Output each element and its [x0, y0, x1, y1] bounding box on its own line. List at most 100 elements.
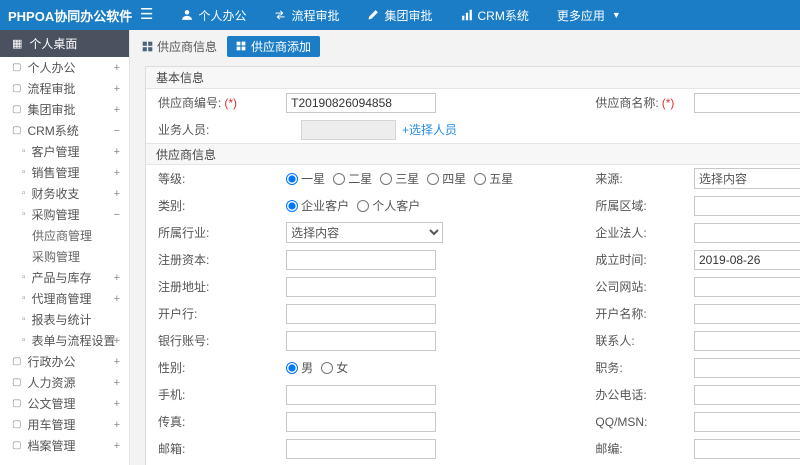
registered-address-input[interactable] [286, 276, 437, 297]
expand-toggle[interactable]: − [114, 125, 120, 137]
gender-label: 性别: [158, 361, 186, 375]
mobile-input[interactable] [286, 384, 437, 405]
folder-icon: ▫ [22, 293, 26, 304]
supplier-no-input[interactable] [286, 92, 437, 113]
main-content: 供应商信息 供应商添加 基本信息 供应商编号:(*) 供应商名称:(*) 业务人… [130, 30, 800, 465]
website-input[interactable] [694, 276, 800, 297]
business-person-label: 业务人员: [158, 123, 210, 137]
sidebar-item-agent-mgmt[interactable]: ▫ 代理商管理 + [0, 288, 129, 309]
registered-capital-input[interactable] [286, 249, 437, 270]
industry-select[interactable]: 选择内容 [286, 222, 444, 243]
nav-personal-office[interactable]: 个人办公 [167, 0, 260, 30]
expand-toggle[interactable]: + [114, 440, 120, 452]
qq-msn-input[interactable] [694, 411, 800, 432]
sidebar-item-human-resources[interactable]: ▢ 人力资源 + [0, 372, 129, 393]
qq-msn-label: QQ/MSN: [595, 414, 648, 429]
sidebar-item-sales-mgmt[interactable]: ▫ 销售管理 + [0, 162, 129, 183]
menu-toggle-icon[interactable]: ☰ [140, 0, 153, 30]
level-radio-3star[interactable]: 三星 [380, 170, 419, 187]
expand-toggle[interactable]: + [114, 104, 120, 116]
email-input[interactable] [286, 438, 437, 459]
job-title-input[interactable] [694, 357, 800, 378]
tab-supplier-info[interactable]: 供应商信息 [138, 35, 221, 58]
region-label: 所属区域: [595, 199, 647, 213]
nav-crm-system[interactable]: CRM系统 [447, 0, 543, 30]
founded-date-input[interactable] [694, 249, 800, 270]
bank-account-label: 银行账号: [158, 334, 210, 348]
bank-input[interactable] [286, 303, 437, 324]
nav-process-approval[interactable]: 流程审批 [260, 0, 353, 30]
registered-address-label: 注册地址: [158, 280, 210, 294]
industry-label: 所属行业: [158, 226, 210, 240]
legal-person-input[interactable] [694, 222, 800, 243]
tab-bar: 供应商信息 供应商添加 [130, 30, 800, 62]
level-radio-1star[interactable]: 一星 [286, 170, 325, 187]
expand-toggle[interactable]: + [114, 335, 120, 347]
category-radio-personal[interactable]: 个人客户 [357, 197, 420, 214]
sidebar-item-customer-mgmt[interactable]: ▫ 客户管理 + [0, 141, 129, 162]
level-radio-group: 一星 二星 三星 四星 五星 [286, 170, 595, 187]
zip-input[interactable] [694, 438, 800, 459]
nav-group-approval[interactable]: 集团审批 [353, 0, 446, 30]
supplier-add-form: 基本信息 供应商编号:(*) 供应商名称:(*) 业务人员: +选择人员 [145, 66, 800, 465]
sidebar-item-group-approval[interactable]: ▢ 集团审批 + [0, 99, 129, 120]
founded-date-label: 成立时间: [595, 253, 647, 267]
region-input[interactable] [694, 195, 800, 216]
person-icon [181, 9, 193, 21]
level-radio-2star[interactable]: 二星 [333, 170, 372, 187]
form-row: 邮箱: 邮编: [146, 435, 800, 462]
expand-toggle[interactable]: + [114, 83, 120, 95]
sidebar-item-archive-mgmt[interactable]: ▢ 档案管理 + [0, 435, 129, 456]
sidebar-item-form-flow-settings[interactable]: ▫ 表单与流程设置 + [0, 330, 129, 351]
sidebar-item-process-approval[interactable]: ▢ 流程审批 + [0, 78, 129, 99]
sidebar-item-personal-office[interactable]: ▢ 个人办公 + [0, 57, 129, 78]
required-mark: (*) [224, 96, 238, 110]
expand-toggle[interactable]: + [114, 356, 120, 368]
expand-toggle[interactable]: + [114, 62, 120, 74]
expand-toggle[interactable]: + [114, 188, 120, 200]
email-label: 邮箱: [158, 442, 186, 456]
bank-label: 开户行: [158, 307, 198, 321]
gender-radio-female[interactable]: 女 [321, 359, 348, 376]
legal-person-label: 企业法人: [595, 226, 647, 240]
sidebar-item-product-inventory[interactable]: ▫ 产品与库存 + [0, 267, 129, 288]
office-phone-input[interactable] [694, 384, 800, 405]
supplier-name-input[interactable] [694, 92, 800, 113]
choose-person-link[interactable]: +选择人员 [402, 121, 457, 138]
expand-toggle[interactable]: + [114, 398, 120, 410]
bank-account-input[interactable] [286, 330, 437, 351]
archive-icon: ▢ [12, 440, 22, 451]
expand-toggle[interactable]: + [114, 272, 120, 284]
sidebar-item-purchase-mgmt[interactable]: ▫ 采购管理 − [0, 204, 129, 225]
category-radio-enterprise[interactable]: 企业客户 [286, 197, 349, 214]
fax-input[interactable] [286, 411, 437, 432]
expand-toggle[interactable]: − [114, 209, 120, 221]
sidebar-item-purchase-mgmt-sub[interactable]: 采购管理 [0, 246, 129, 267]
level-radio-5star[interactable]: 五星 [474, 170, 513, 187]
sidebar-item-personal-desktop[interactable]: ▦ 个人桌面 [0, 30, 129, 57]
sidebar-item-supplier-mgmt[interactable]: 供应商管理 [0, 225, 129, 246]
sidebar-item-reports-statistics[interactable]: ▫ 报表与统计 [0, 309, 129, 330]
sidebar-item-vehicle-mgmt[interactable]: ▢ 用车管理 + [0, 414, 129, 435]
business-person-input[interactable] [301, 119, 396, 140]
add-grid-icon [236, 41, 246, 51]
sidebar-item-crm-system[interactable]: ▢ CRM系统 − [0, 120, 129, 141]
expand-toggle[interactable]: + [114, 377, 120, 389]
source-select[interactable]: 选择内容 [694, 168, 800, 189]
contact-input[interactable] [694, 330, 800, 351]
sidebar-item-admin-office[interactable]: ▢ 行政办公 + [0, 351, 129, 372]
expand-toggle[interactable]: + [114, 293, 120, 305]
expand-toggle[interactable]: + [114, 146, 120, 158]
gender-radio-male[interactable]: 男 [286, 359, 313, 376]
tab-supplier-add[interactable]: 供应商添加 [227, 35, 321, 57]
expand-toggle[interactable]: + [114, 167, 120, 179]
flow-arrows-icon: ▢ [12, 83, 22, 94]
car-icon: ▢ [12, 419, 22, 430]
expand-toggle[interactable]: + [114, 419, 120, 431]
sidebar-item-finance-income-expense[interactable]: ▫ 财务收支 + [0, 183, 129, 204]
sidebar-item-document-mgmt[interactable]: ▢ 公文管理 + [0, 393, 129, 414]
nav-more-apps[interactable]: 更多应用 ▼ [543, 0, 635, 30]
account-name-input[interactable] [694, 303, 800, 324]
level-radio-4star[interactable]: 四星 [427, 170, 466, 187]
level-label: 等级: [158, 172, 186, 186]
